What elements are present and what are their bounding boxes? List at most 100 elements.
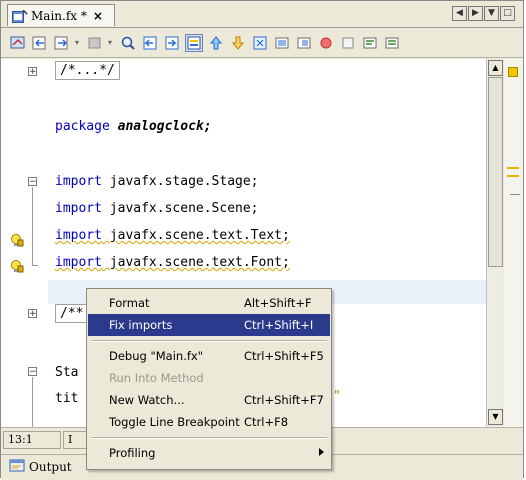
insert-mode: I xyxy=(63,431,87,449)
tab-main-fx[interactable]: Main.fx * × xyxy=(7,4,115,26)
import-path: javafx.scene.text.Text; xyxy=(109,228,290,243)
tab-label: Main.fx * xyxy=(31,8,87,23)
keyword: package xyxy=(55,119,110,134)
previous-bookmark-icon[interactable] xyxy=(207,34,225,52)
output-icon xyxy=(9,458,25,475)
fold-expand-icon[interactable]: + xyxy=(28,309,37,319)
scroll-tabs-right-button[interactable]: ▶ xyxy=(468,6,483,21)
editor-window: Main.fx * × ◀ ▶ ▼ □ ▾ ▾ + − + − /*...*/ … xyxy=(0,0,524,480)
keyword: import xyxy=(55,201,102,216)
menu-item-toggle-breakpoint[interactable]: Toggle Line Breakpoint Ctrl+F8 xyxy=(88,411,330,433)
import-path: javafx.stage.Stage; xyxy=(109,174,259,189)
code-line-warning: import javafx.scene.text.Font; xyxy=(55,255,290,270)
menu-item-label: Profiling xyxy=(109,446,156,460)
fold-guide-end xyxy=(32,265,38,266)
fold-collapse-icon[interactable]: − xyxy=(28,367,37,377)
shift-right-icon[interactable] xyxy=(295,34,313,52)
keyword: import xyxy=(55,228,102,243)
code-text: Sta xyxy=(55,365,79,380)
menu-item-profiling[interactable]: Profiling xyxy=(88,442,330,464)
output-label: Output xyxy=(29,459,72,474)
fold-collapse-icon[interactable]: − xyxy=(28,177,37,187)
start-macro-icon[interactable] xyxy=(317,34,335,52)
editor-tab-strip: Main.fx * × ◀ ▶ ▼ □ xyxy=(1,1,523,28)
find-previous-icon[interactable] xyxy=(141,34,159,52)
output-window-button[interactable]: Output xyxy=(9,458,72,475)
collapsed-comment[interactable]: /*...*/ xyxy=(55,61,120,80)
history-icon[interactable] xyxy=(86,34,104,52)
collapsed-doc-comment[interactable]: /** xyxy=(55,304,89,323)
fold-expand-icon[interactable]: + xyxy=(28,67,37,77)
tab-navigation: ◀ ▶ ▼ □ xyxy=(452,6,515,21)
forward-dropdown-icon[interactable]: ▾ xyxy=(75,38,82,47)
history-dropdown-icon[interactable]: ▾ xyxy=(108,38,115,47)
menu-item-label: Toggle Line Breakpoint xyxy=(109,415,240,429)
fold-guide-line xyxy=(32,187,33,266)
context-menu: Format Alt+Shift+F Fix imports Ctrl+Shif… xyxy=(86,288,332,470)
menu-item-label: Fix imports xyxy=(109,318,173,332)
stop-macro-icon[interactable] xyxy=(339,34,357,52)
menu-separator xyxy=(91,437,327,439)
package-name: analogclock; xyxy=(117,119,212,134)
code-line: /** xyxy=(55,304,89,323)
error-stripe[interactable] xyxy=(504,59,523,427)
import-path: javafx.scene.Scene; xyxy=(109,201,259,216)
scroll-up-button[interactable]: ▲ xyxy=(488,60,503,76)
string-quote: " xyxy=(333,389,341,404)
menu-item-shortcut: Ctrl+Shift+F5 xyxy=(244,349,324,363)
editor-toolbar: ▾ ▾ xyxy=(1,28,523,58)
next-bookmark-icon[interactable] xyxy=(229,34,247,52)
fold-guide-line xyxy=(32,377,33,427)
code-line-warning: import javafx.scene.text.Text; xyxy=(55,228,290,243)
comment-icon[interactable] xyxy=(361,34,379,52)
menu-item-debug[interactable]: Debug "Main.fx" Ctrl+Shift+F5 xyxy=(88,345,330,367)
toggle-highlight-icon[interactable] xyxy=(185,33,203,52)
menu-item-label: Format xyxy=(109,296,150,310)
menu-item-fix-imports[interactable]: Fix imports Ctrl+Shift+I xyxy=(88,314,330,336)
menu-item-shortcut: Alt+Shift+F xyxy=(244,296,312,310)
scroll-down-button[interactable]: ▼ xyxy=(488,409,503,425)
editor-gutter: + − + − xyxy=(1,59,48,427)
menu-item-label: Run Into Method xyxy=(109,371,204,385)
code-line: import javafx.stage.Stage; xyxy=(55,174,259,189)
scrollbar-thumb[interactable] xyxy=(488,77,503,267)
find-selection-icon[interactable] xyxy=(119,34,137,52)
warning-mark[interactable] xyxy=(507,175,519,177)
back-icon[interactable] xyxy=(31,34,49,52)
keyword: import xyxy=(55,174,102,189)
warning-mark[interactable] xyxy=(507,167,519,169)
menu-separator xyxy=(91,340,327,342)
vertical-scrollbar[interactable]: ▲ ▼ xyxy=(486,59,503,427)
caret-position: 13:1 xyxy=(3,431,61,449)
shift-left-icon[interactable] xyxy=(273,34,291,52)
code-line: /*...*/ xyxy=(55,61,120,80)
import-path: javafx.scene.text.Font; xyxy=(109,255,290,270)
menu-item-shortcut: Ctrl+Shift+I xyxy=(244,318,314,332)
find-next-icon[interactable] xyxy=(163,34,181,52)
menu-item-shortcut: Ctrl+F8 xyxy=(244,415,289,429)
warning-hint-icon[interactable] xyxy=(10,232,24,247)
keyword: import xyxy=(55,255,102,270)
code-line: Sta xyxy=(55,365,78,380)
uncomment-icon[interactable] xyxy=(383,34,401,52)
code-line: import javafx.scene.Scene; xyxy=(55,201,259,216)
menu-item-label: Debug "Main.fx" xyxy=(109,349,204,363)
menu-item-run-into-method[interactable]: Run Into Method xyxy=(88,367,330,389)
code-line: package analogclock; xyxy=(55,119,212,134)
menu-item-new-watch[interactable]: New Watch... Ctrl+Shift+F7 xyxy=(88,389,330,411)
menu-item-shortcut: Ctrl+Shift+F7 xyxy=(244,393,324,407)
menu-item-format[interactable]: Format Alt+Shift+F xyxy=(88,292,330,314)
last-edit-icon[interactable] xyxy=(9,34,27,52)
status-indicator-icon xyxy=(508,67,518,77)
submenu-arrow-icon xyxy=(319,448,324,456)
menu-item-label: New Watch... xyxy=(109,393,185,407)
maximize-button[interactable]: □ xyxy=(500,6,515,21)
tab-list-button[interactable]: ▼ xyxy=(484,6,499,21)
code-line: tit xyxy=(55,391,78,406)
close-tab-icon[interactable]: × xyxy=(93,9,103,23)
caret-mark xyxy=(510,194,520,195)
warning-hint-icon[interactable] xyxy=(10,258,24,273)
forward-icon[interactable] xyxy=(53,34,71,52)
toggle-bookmark-icon[interactable] xyxy=(251,34,269,52)
scroll-tabs-left-button[interactable]: ◀ xyxy=(452,6,467,21)
